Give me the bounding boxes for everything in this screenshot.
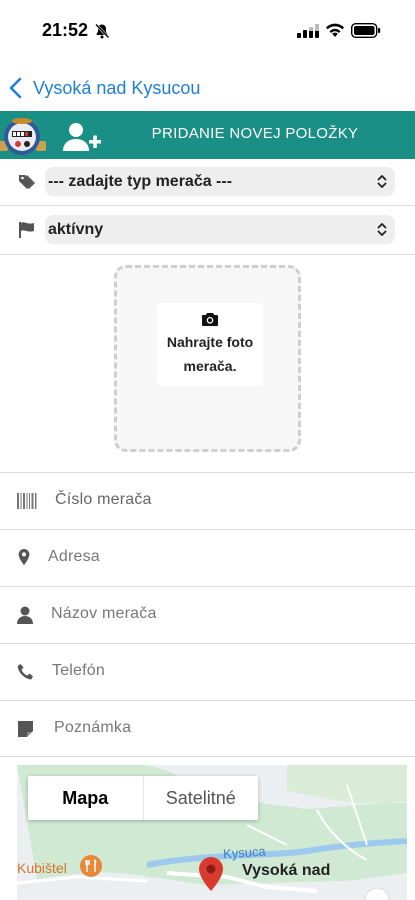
meter-type-select[interactable]: --- zadajte typ merača --- xyxy=(45,167,395,196)
photo-upload-area[interactable]: Nahrajte foto merača. xyxy=(114,265,301,452)
chevron-updown-icon xyxy=(377,223,387,236)
address-field[interactable]: Adresa xyxy=(0,529,415,586)
meter-type-row: --- zadajte typ merača --- xyxy=(0,159,415,206)
photo-upload-label: Nahrajte foto merača. xyxy=(157,303,263,386)
chevron-left-icon xyxy=(9,77,22,99)
barcode-icon xyxy=(17,493,37,509)
map-view[interactable]: Kubištel Kysuca Vysoká nad Mapa Satelitn… xyxy=(17,765,407,900)
phone-icon xyxy=(17,664,33,680)
wifi-icon xyxy=(326,23,344,37)
note-icon xyxy=(18,721,33,737)
note-label: Poznámka xyxy=(54,719,132,736)
meter-number-label: Číslo merača xyxy=(55,491,152,508)
map-place-label: Vysoká nad xyxy=(242,862,331,879)
battery-icon xyxy=(351,23,381,38)
bell-off-icon xyxy=(95,23,110,39)
map-type-satellite-button[interactable]: Satelitné xyxy=(142,776,259,820)
status-bar: 21:52 xyxy=(0,0,415,62)
upload-text-line2: merača. xyxy=(183,358,237,374)
map-marker-icon xyxy=(18,549,30,566)
add-user-icon xyxy=(63,123,101,151)
camera-icon xyxy=(202,313,218,326)
phone-label: Telefón xyxy=(52,662,105,679)
status-value: aktívny xyxy=(48,221,104,238)
map-type-toggle: Mapa Satelitné xyxy=(28,776,258,820)
meter-number-field[interactable]: Číslo merača xyxy=(0,472,415,529)
phone-field[interactable]: Telefón xyxy=(0,643,415,700)
tags-icon xyxy=(19,175,35,189)
note-field[interactable]: Poznámka xyxy=(0,700,415,757)
status-time: 21:52 xyxy=(42,20,89,40)
meter-type-value: --- zadajte typ merača --- xyxy=(48,173,233,190)
back-title: Vysoká nad Kysucou xyxy=(33,77,201,98)
user-icon xyxy=(17,606,33,624)
map-poi-label: Kubištel xyxy=(17,860,67,876)
upload-text-line1: Nahrajte foto xyxy=(166,334,254,350)
meter-name-field[interactable]: Názov merača xyxy=(0,586,415,643)
map-river-label: Kysuca xyxy=(222,843,267,862)
status-select[interactable]: aktívny xyxy=(45,215,395,244)
address-label: Adresa xyxy=(48,548,100,565)
flag-icon xyxy=(19,222,34,238)
meter-name-label: Názov merača xyxy=(51,605,157,622)
page-title: PRIDANIE NOVEJ POLOŽKY xyxy=(151,125,359,142)
signal-icon xyxy=(297,24,319,38)
back-button[interactable]: Vysoká nad Kysucou xyxy=(8,74,200,102)
status-row: aktívny xyxy=(0,206,415,255)
water-meter-image xyxy=(0,118,46,155)
map-type-map-button[interactable]: Mapa xyxy=(28,776,143,820)
chevron-updown-icon xyxy=(377,175,387,188)
